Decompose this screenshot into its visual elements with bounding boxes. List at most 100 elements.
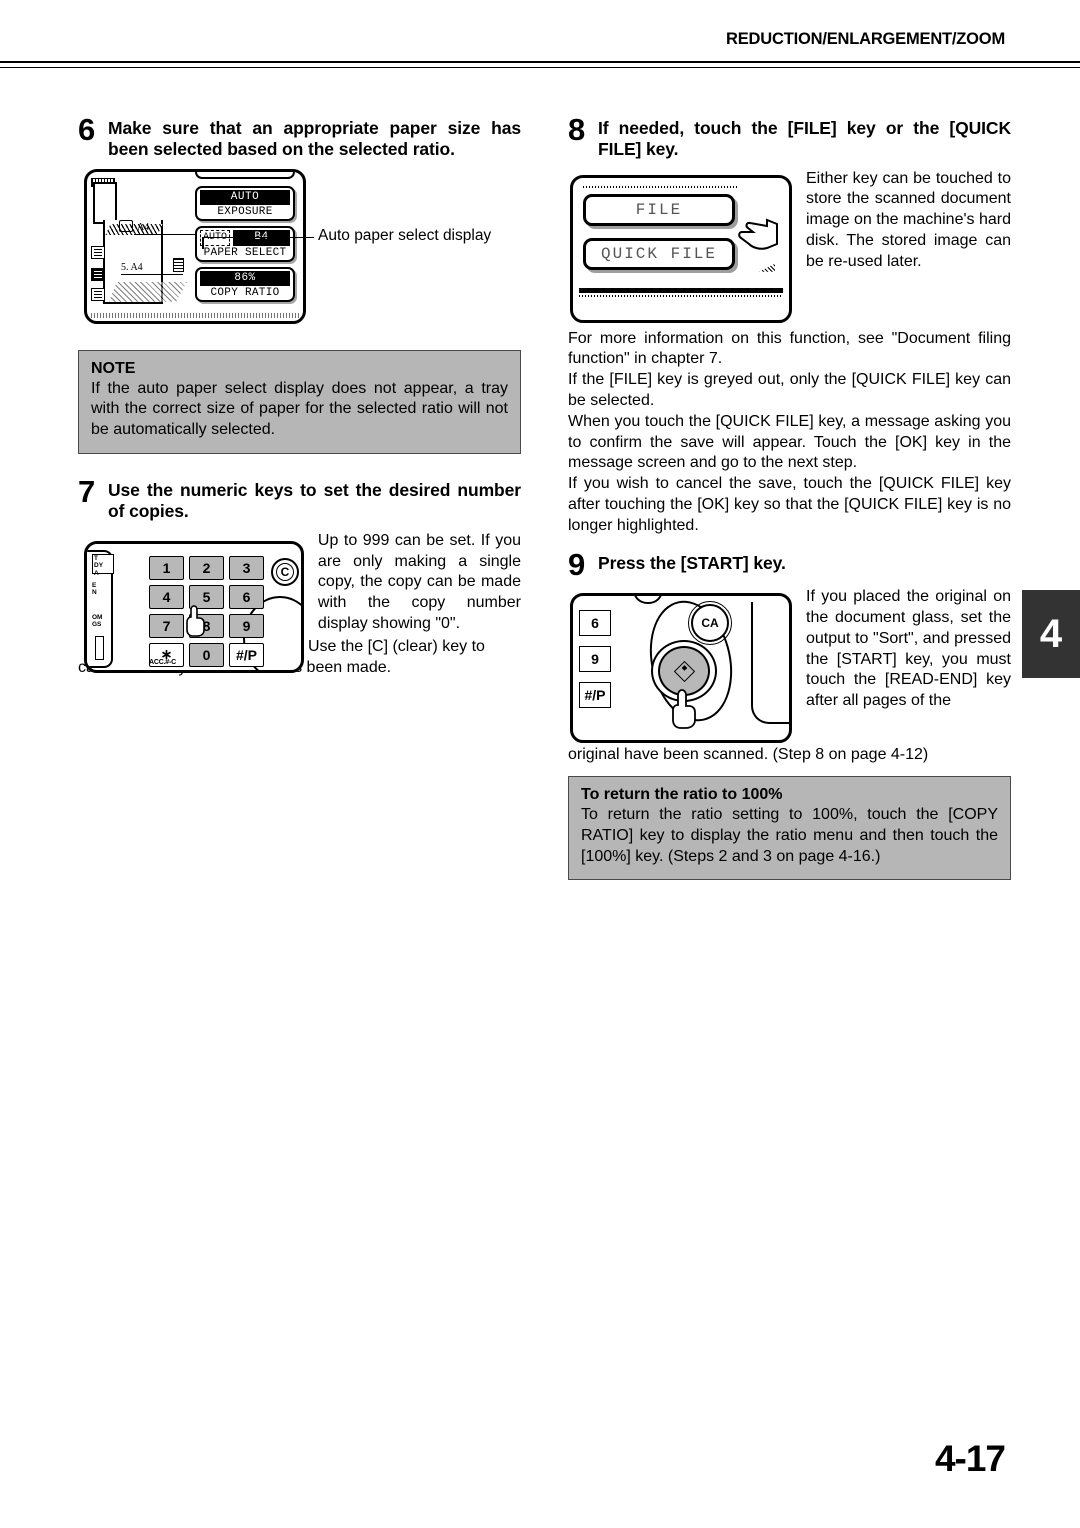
callout-auto-paper-select: Auto paper select display (318, 226, 492, 244)
step-8-paragraph-3: When you touch the [QUICK FILE] key, a m… (568, 412, 1011, 472)
start-panel-edge (751, 602, 789, 725)
figure-file-quick-file: FILE QUICK FILE (570, 174, 792, 323)
machine-shadow (109, 281, 187, 302)
machine-scanner-unit (93, 181, 117, 224)
note-box-body: If the auto paper select display does no… (91, 379, 508, 439)
step-8-body-beside: Either key can be touched to store the s… (806, 169, 1011, 273)
step-6-number: 6 (78, 112, 96, 147)
chapter-tab: 4 (1022, 590, 1080, 678)
step-9-body-wrap: original have been scanned. (Step 8 on p… (568, 745, 1011, 766)
step-7-body-beside: Up to 999 can be set. If you are only ma… (318, 531, 521, 635)
tray-size-label: 5. A4 (121, 261, 143, 273)
tray-icon-2 (91, 267, 105, 281)
keypad-panel-shell: T DY A EN OM GS 1 2 3 4 5 6 7 8 9 ∗ 0 #/… (84, 540, 304, 673)
step-8-paragraph-4: If you wish to cancel the save, touch th… (568, 475, 1011, 534)
keypad-key-5[interactable]: 5 (189, 584, 224, 609)
figure-start-key-panel: 6 9 #/P CA (570, 593, 792, 744)
file-key[interactable]: FILE (583, 193, 735, 226)
keypad-key-9[interactable]: 9 (229, 613, 264, 638)
file-panel-shell: FILE QUICK FILE (570, 174, 792, 323)
page-header: REDUCTION/ENLARGEMENT/ZOOM (75, 30, 1005, 49)
lcd-key-paper-select[interactable]: AUTO B4 PAPER SELECT (195, 225, 295, 262)
start-panel-key-hash-p[interactable]: #/P (579, 682, 611, 709)
lcd-key-copy-ratio-value: 86% (200, 270, 290, 286)
step-7-heading: 7 Use the numeric keys to set the desire… (78, 474, 521, 523)
lcd-key-exposure-caption: EXPOSURE (217, 205, 273, 218)
keypad-grid: 1 2 3 4 5 6 7 8 9 ∗ 0 #/P (149, 555, 264, 667)
chapter-tab-number: 4 (1039, 611, 1063, 656)
step-9-body-wrap-text: original have been scanned. (Step 8 on p… (568, 746, 929, 764)
start-panel-top-nub (633, 596, 663, 605)
lcd-panel-shell: A4 5. A4 ORIGIN L AUTO EXPOSURE AUTO (84, 168, 306, 324)
step-9-body-beside: If you placed the original on the docume… (806, 587, 1011, 712)
lcd-key-paper-select-caption: PAPER SELECT (203, 246, 287, 259)
keypad-clear-key[interactable]: C (271, 557, 299, 586)
keypad-side-panel: T DY A EN OM GS (86, 549, 114, 668)
note-box-title: NOTE (91, 359, 136, 377)
step-6-heading: 6 Make sure that an appropriate paper si… (78, 112, 521, 161)
document-icon (173, 257, 184, 272)
note-box: NOTE If the auto paper select display do… (78, 349, 521, 455)
start-panel-shell: 6 9 #/P CA (570, 593, 792, 744)
quick-file-key-label: QUICK FILE (600, 244, 717, 263)
side-panel-status-box: T DY A (92, 553, 114, 577)
keypad-key-2[interactable]: 2 (189, 555, 224, 580)
callout-leader-tick (202, 236, 204, 249)
keypad-clear-key-label: C (280, 564, 290, 579)
keypad-key-hash-p[interactable]: #/P (229, 642, 264, 667)
side-panel-bar (95, 635, 104, 660)
file-panel-top-dots (583, 185, 739, 188)
keypad-key-4[interactable]: 4 (149, 584, 184, 609)
step-8-title: If needed, touch the [FILE] key or the [… (598, 118, 1011, 160)
step-8-figure-row: FILE QUICK FILE Either key can be touche… (568, 169, 1011, 323)
return-ratio-box: To return the ratio to 100% To return th… (568, 775, 1011, 881)
clear-all-key[interactable]: CA (688, 601, 732, 646)
lcd-key-exposure-value: AUTO (200, 189, 290, 205)
page-number: 4-17 (934, 1438, 1006, 1479)
step-7-body-paragraph: Up to 999 can be set. If you are only ma… (317, 531, 521, 632)
keypad-key-1[interactable]: 1 (149, 555, 184, 580)
side-panel-low-label: OM GS (92, 613, 103, 629)
figure-numeric-keypad: T DY A EN OM GS 1 2 3 4 5 6 7 8 9 ∗ 0 #/… (84, 540, 304, 673)
quick-file-key[interactable]: QUICK FILE (583, 237, 735, 270)
step-8-heading: 8 If needed, touch the [FILE] key or the… (568, 112, 1011, 161)
right-column: 8 If needed, touch the [FILE] key or the… (568, 112, 1011, 881)
left-column: 6 Make sure that an appropriate paper si… (78, 112, 521, 678)
side-panel-mid-label: EN (92, 581, 97, 597)
keypad-key-7[interactable]: 7 (149, 613, 184, 638)
step-7-number: 7 (78, 474, 96, 510)
return-ratio-box-title: To return the ratio to 100% (581, 785, 783, 803)
lcd-key-copy-ratio[interactable]: 86% COPY RATIO (195, 266, 295, 302)
machine-illustration: A4 5. A4 (91, 177, 206, 316)
start-panel-key-9[interactable]: 9 (579, 646, 611, 673)
file-panel-corner-hatch (759, 263, 775, 272)
step-6-title: Make sure that an appropriate paper size… (108, 118, 521, 160)
step-9-figure-row: 6 9 #/P CA If you placed the original on… (568, 587, 1011, 744)
keypad-key-6[interactable]: 6 (229, 584, 264, 609)
step-8-number: 8 (568, 112, 586, 147)
pointing-hand-icon (738, 218, 778, 250)
bypass-size-label: A4 (137, 221, 150, 233)
start-panel-numeric-keys: 6 9 #/P (579, 610, 611, 718)
start-diamond-icon (673, 660, 695, 682)
step-8-body-either-key: Either key can be touched to store the s… (806, 169, 1011, 270)
lcd-key-exposure[interactable]: AUTO EXPOSURE (195, 185, 295, 221)
clear-all-key-label: CA (701, 616, 719, 631)
keypad-key-0[interactable]: 0 (189, 642, 224, 667)
step-9-number: 9 (568, 546, 586, 582)
step-9-title: Press the [START] key. (598, 552, 786, 573)
lcd-key-copy-ratio-caption: COPY RATIO (210, 286, 280, 299)
start-key[interactable] (658, 646, 710, 697)
step-8-paragraphs: For more information on this function, s… (568, 329, 1011, 537)
header-divider-rule (0, 61, 1080, 68)
return-ratio-box-body: To return the ratio setting to 100%, tou… (581, 805, 998, 865)
keypad-key-3[interactable]: 3 (229, 555, 264, 580)
step-7-title: Use the numeric keys to set the desired … (108, 480, 521, 522)
step-9-body-paragraph: If you placed the original on the docume… (806, 588, 1011, 710)
keypad-key-8[interactable]: 8 (189, 613, 224, 638)
file-panel-divider (579, 287, 783, 297)
step-8-paragraph-2: If the [FILE] key is greyed out, only th… (568, 371, 1011, 410)
start-panel-key-6[interactable]: 6 (579, 610, 611, 637)
figure-lcd-auto-paper-select: A4 5. A4 ORIGIN L AUTO EXPOSURE AUTO (84, 168, 491, 324)
tray-icon-1 (91, 245, 105, 259)
